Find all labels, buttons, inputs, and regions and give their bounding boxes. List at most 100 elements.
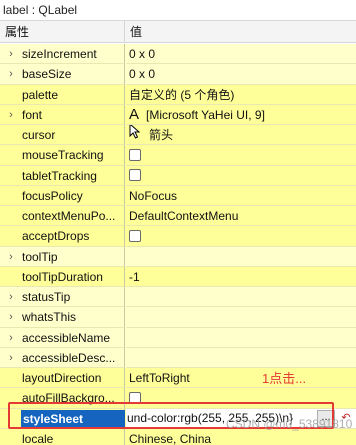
property-name-cell[interactable]: › statusTip <box>0 287 125 308</box>
property-name: sizeIncrement <box>22 47 97 61</box>
property-value-cell[interactable] <box>126 348 356 368</box>
property-value-cell[interactable]: -1 <box>126 267 356 287</box>
property-value-cell[interactable]: DefaultContextMenu <box>126 206 356 227</box>
property-name: palette <box>22 87 59 102</box>
property-table-header: 属性 值 <box>0 21 356 43</box>
property-row-sizeincrement[interactable]: › sizeIncrement 0 x 0 <box>0 44 356 65</box>
watermark: CSDN @m0_53891810 <box>226 417 353 431</box>
property-name: toolTipDuration <box>22 269 103 284</box>
property-name-cell[interactable]: › sizeIncrement <box>0 44 125 65</box>
property-row-accessiblename[interactable]: › accessibleName <box>0 327 356 348</box>
property-value: 0 x 0 <box>129 67 156 82</box>
property-name-cell[interactable]: › accessibleDesc... <box>0 347 125 368</box>
property-name-cell[interactable]: cursor <box>0 125 125 146</box>
expand-arrow-icon[interactable]: › <box>5 251 17 263</box>
expand-arrow-icon[interactable]: › <box>5 291 17 303</box>
property-name-cell[interactable]: › whatsThis <box>0 307 125 328</box>
property-row-tooltipduration[interactable]: toolTipDuration -1 <box>0 266 356 287</box>
property-name-cell[interactable]: acceptDrops <box>0 226 125 247</box>
property-name-cell[interactable]: › accessibleName <box>0 327 125 348</box>
property-name: cursor <box>22 128 56 142</box>
expand-arrow-icon[interactable]: › <box>5 332 17 344</box>
property-value-cell[interactable] <box>126 166 356 186</box>
property-name: layoutDirection <box>22 371 102 385</box>
property-value-cell[interactable]: LeftToRight <box>126 368 356 389</box>
property-value-cell[interactable] <box>126 328 356 348</box>
property-name-cell[interactable]: autoFillBackgro... <box>0 388 125 409</box>
property-value: 自定义的 (5 个角色) <box>129 87 235 102</box>
mousetracking-checkbox[interactable] <box>129 149 141 162</box>
property-value-cell[interactable]: 0 x 0 <box>126 64 356 85</box>
autofillbackgro-checkbox[interactable] <box>129 392 141 405</box>
property-value-cell[interactable] <box>126 388 356 409</box>
property-name-cell[interactable]: styleSheet <box>0 408 125 429</box>
property-name: acceptDrops <box>22 229 90 244</box>
property-name: mouseTracking <box>22 148 104 163</box>
property-name-cell[interactable]: › font <box>0 104 125 125</box>
property-row-whatsthis[interactable]: › whatsThis <box>0 307 356 328</box>
property-row-autofillbackgro[interactable]: autoFillBackgro... <box>0 388 356 409</box>
expand-arrow-icon[interactable]: › <box>5 48 17 60</box>
property-row-tablettracking[interactable]: tabletTracking <box>0 165 356 186</box>
property-value-cell[interactable]: NoFocus <box>126 186 356 206</box>
property-name: focusPolicy <box>22 188 83 203</box>
property-row-contextmenupo[interactable]: contextMenuPo... DefaultContextMenu <box>0 206 356 227</box>
column-header-value[interactable]: 值 <box>126 21 356 43</box>
property-name-cell[interactable]: palette <box>0 84 125 105</box>
property-value-cell[interactable]: Chinese, China <box>126 429 356 445</box>
property-value-cell[interactable]: 0 x 0 <box>126 44 356 65</box>
property-name-cell[interactable]: › baseSize <box>0 64 125 85</box>
property-value-cell[interactable] <box>126 307 356 328</box>
expand-arrow-icon[interactable]: › <box>5 311 17 323</box>
property-name-cell[interactable]: locale <box>0 428 125 445</box>
property-value-cell[interactable] <box>126 145 356 166</box>
property-name-cell[interactable]: tabletTracking <box>0 165 125 186</box>
property-value-cell[interactable] <box>126 247 356 267</box>
property-row-locale[interactable]: locale Chinese, China <box>0 428 356 445</box>
expand-arrow-icon[interactable]: › <box>5 109 17 121</box>
font-A-icon: A <box>129 105 140 123</box>
property-value: Chinese, China <box>129 431 212 445</box>
property-value: 0 x 0 <box>129 47 156 61</box>
property-name: tabletTracking <box>22 168 97 183</box>
expand-arrow-icon[interactable]: › <box>5 68 17 80</box>
property-name: accessibleDesc... <box>22 350 116 365</box>
property-name-cell[interactable]: › toolTip <box>0 246 125 267</box>
property-value: 箭头 <box>149 128 174 142</box>
property-value-cell[interactable]: A [Microsoft YaHei UI, 9] <box>126 105 356 125</box>
property-row-acceptdrops[interactable]: acceptDrops <box>0 226 356 247</box>
property-value: LeftToRight <box>129 371 190 385</box>
property-row-font[interactable]: › font A [Microsoft YaHei UI, 9] <box>0 104 356 125</box>
property-name-cell[interactable]: toolTipDuration <box>0 266 125 287</box>
property-name: accessibleName <box>22 330 111 345</box>
property-value-cell[interactable]: 自定义的 (5 个角色) <box>126 85 356 105</box>
property-name: locale <box>22 431 54 445</box>
property-name-cell[interactable]: focusPolicy <box>0 185 125 206</box>
property-name: statusTip <box>22 290 71 304</box>
property-value: DefaultContextMenu <box>129 209 239 223</box>
property-row-mousetracking[interactable]: mouseTracking <box>0 145 356 166</box>
property-value: [Microsoft YaHei UI, 9] <box>146 107 265 122</box>
acceptdrops-checkbox[interactable] <box>129 230 141 243</box>
property-row-tooltip[interactable]: › toolTip <box>0 246 356 267</box>
expand-arrow-icon[interactable]: › <box>5 352 17 364</box>
property-row-statustip[interactable]: › statusTip <box>0 287 356 308</box>
property-value: NoFocus <box>129 188 178 203</box>
property-value-cell[interactable] <box>126 287 356 308</box>
property-name-cell[interactable]: mouseTracking <box>0 145 125 166</box>
property-row-palette[interactable]: palette 自定义的 (5 个角色) <box>0 84 356 105</box>
property-name: font <box>22 107 43 122</box>
property-value-cell[interactable] <box>126 226 356 247</box>
property-name-cell[interactable]: layoutDirection <box>0 368 125 389</box>
click-annotation: 1点击... <box>262 371 307 386</box>
property-value-cell[interactable]: 箭头 <box>126 125 356 146</box>
property-row-cursor[interactable]: cursor 箭头 <box>0 125 356 146</box>
column-header-property[interactable]: 属性 <box>0 21 125 43</box>
property-row-focuspolicy[interactable]: focusPolicy NoFocus <box>0 185 356 206</box>
window-title: label : QLabel <box>0 0 356 21</box>
property-name: baseSize <box>22 67 72 82</box>
property-row-accessibledesc[interactable]: › accessibleDesc... <box>0 347 356 368</box>
tablettracking-checkbox[interactable] <box>129 169 141 182</box>
property-name-cell[interactable]: contextMenuPo... <box>0 206 125 227</box>
property-row-basesize[interactable]: › baseSize 0 x 0 <box>0 64 356 85</box>
